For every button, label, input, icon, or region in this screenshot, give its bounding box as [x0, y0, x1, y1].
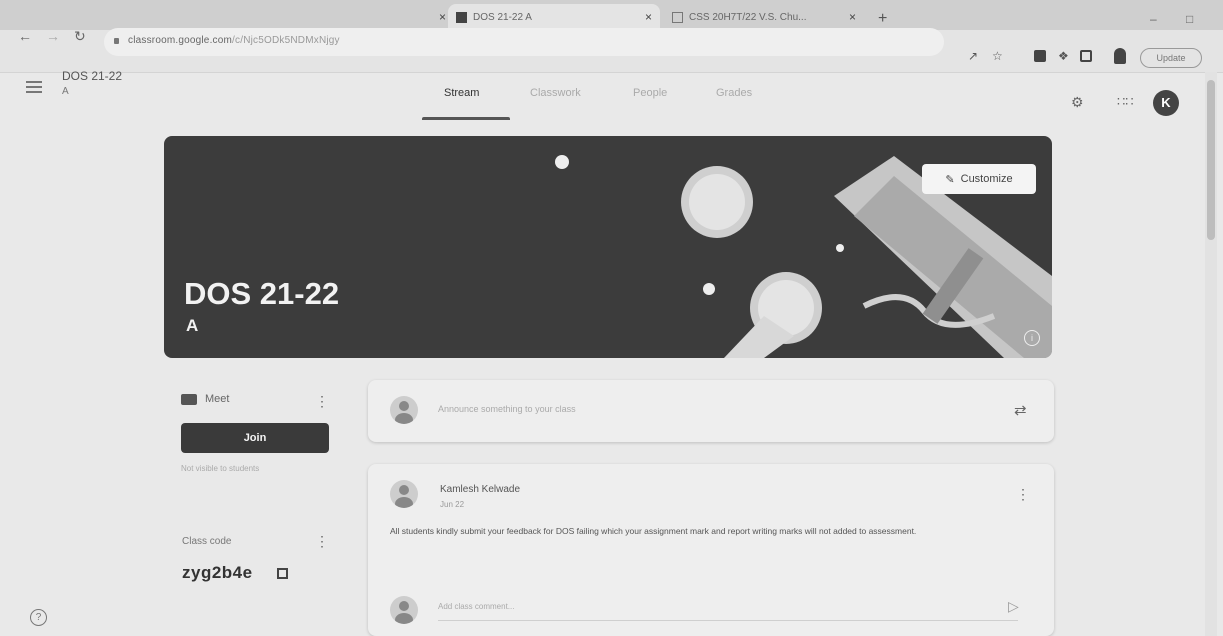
post-more-icon[interactable]: ⋮: [1016, 486, 1030, 503]
tab-people[interactable]: People: [633, 87, 667, 99]
active-tab-indicator: [422, 117, 510, 120]
close-tab-icon[interactable]: ×: [645, 10, 652, 24]
tab-title: DOS 21-22 A: [473, 11, 532, 23]
user-avatar: [390, 396, 418, 424]
author-avatar: [390, 480, 418, 508]
send-icon[interactable]: ▷: [1008, 598, 1019, 615]
video-camera-icon: [181, 393, 197, 405]
menu-icon[interactable]: [26, 78, 42, 96]
browser-tab-active[interactable]: DOS 21-22 A ×: [448, 4, 660, 30]
customize-label: Customize: [960, 173, 1013, 185]
announce-placeholder[interactable]: Announce something to your class: [438, 404, 576, 414]
tab-title: CSS 20H7T/22 V.S. Chu...: [689, 11, 807, 23]
class-code-value: zyg2b4e: [182, 563, 253, 582]
close-tab-icon[interactable]: ×: [849, 10, 856, 24]
account-avatar[interactable]: K: [1153, 90, 1179, 116]
meet-label: Meet: [205, 393, 230, 405]
announce-box[interactable]: Announce something to your class ⇄: [368, 380, 1054, 442]
meet-header: Meet: [181, 393, 229, 405]
apps-grid-icon[interactable]: ∷∷: [1117, 94, 1134, 110]
join-button[interactable]: Join: [181, 423, 329, 453]
tab-stream[interactable]: Stream: [444, 87, 479, 99]
meet-visibility-note: Not visible to students: [181, 464, 260, 473]
settings-icon[interactable]: ⚙: [1071, 94, 1084, 111]
classroom-favicon-icon: [456, 11, 467, 23]
browser-tab[interactable]: ×: [8, 4, 446, 30]
back-icon[interactable]: ←: [18, 28, 32, 44]
share-icon[interactable]: ↗: [968, 49, 978, 63]
minimize-icon[interactable]: –: [1150, 12, 1157, 26]
banner-title: DOS 21-22: [184, 276, 340, 311]
repost-icon[interactable]: ⇄: [1014, 401, 1027, 419]
puzzle-icon[interactable]: ❖: [1058, 49, 1069, 63]
class-title[interactable]: DOS 21-22: [62, 69, 122, 83]
tab-classwork[interactable]: Classwork: [530, 87, 581, 99]
forward-icon[interactable]: →: [46, 28, 60, 44]
stream-post: Kamlesh Kelwade Jun 22 ⋮ All students ki…: [368, 464, 1054, 636]
comment-input[interactable]: Add class comment...: [438, 602, 1018, 621]
help-icon[interactable]: ?: [30, 609, 47, 626]
reload-icon[interactable]: ↻: [74, 28, 86, 45]
banner-section: A: [186, 316, 199, 335]
class-code-label: Class code: [182, 536, 232, 547]
browser-tab-strip: × DOS 21-22 A × CSS 20H7T/22 V.S. Chu...…: [0, 0, 1223, 30]
pencil-icon: ✎: [945, 173, 955, 186]
commenter-avatar: [390, 596, 418, 624]
post-author: Kamlesh Kelwade: [440, 484, 521, 495]
post-date: Jun 22: [440, 500, 465, 509]
meet-more-icon[interactable]: ⋮: [315, 393, 329, 410]
update-button[interactable]: Update: [1140, 48, 1202, 68]
browser-tab[interactable]: CSS 20H7T/22 V.S. Chu... ×: [666, 4, 862, 30]
maximize-icon[interactable]: □: [1186, 12, 1193, 26]
close-tab-icon[interactable]: ×: [439, 10, 446, 24]
scrollbar-thumb[interactable]: [1207, 80, 1215, 240]
url-text[interactable]: classroom.google.com/c/Njc5ODk5NDMxNjgy: [128, 35, 340, 46]
class-section: A: [62, 86, 69, 97]
info-icon[interactable]: i: [1024, 330, 1040, 346]
class-code-more-icon[interactable]: ⋮: [315, 533, 329, 550]
new-tab-icon[interactable]: +: [878, 10, 887, 28]
customize-button[interactable]: ✎ Customize: [922, 164, 1036, 194]
banner-illustration: [555, 155, 1052, 358]
star-icon[interactable]: ☆: [992, 49, 1003, 63]
sidepanel-icon[interactable]: [1080, 50, 1092, 62]
tab-grades[interactable]: Grades: [716, 87, 752, 99]
extension-icon[interactable]: [1034, 50, 1046, 62]
class-banner: DOS 21-22 A ✎ Customize i: [164, 136, 1052, 358]
profile-icon[interactable]: [1114, 48, 1126, 64]
site-favicon-icon: [672, 11, 683, 23]
post-body: All students kindly submit your feedback…: [390, 526, 917, 536]
fullscreen-icon[interactable]: [277, 568, 288, 579]
lock-icon: [114, 38, 119, 44]
